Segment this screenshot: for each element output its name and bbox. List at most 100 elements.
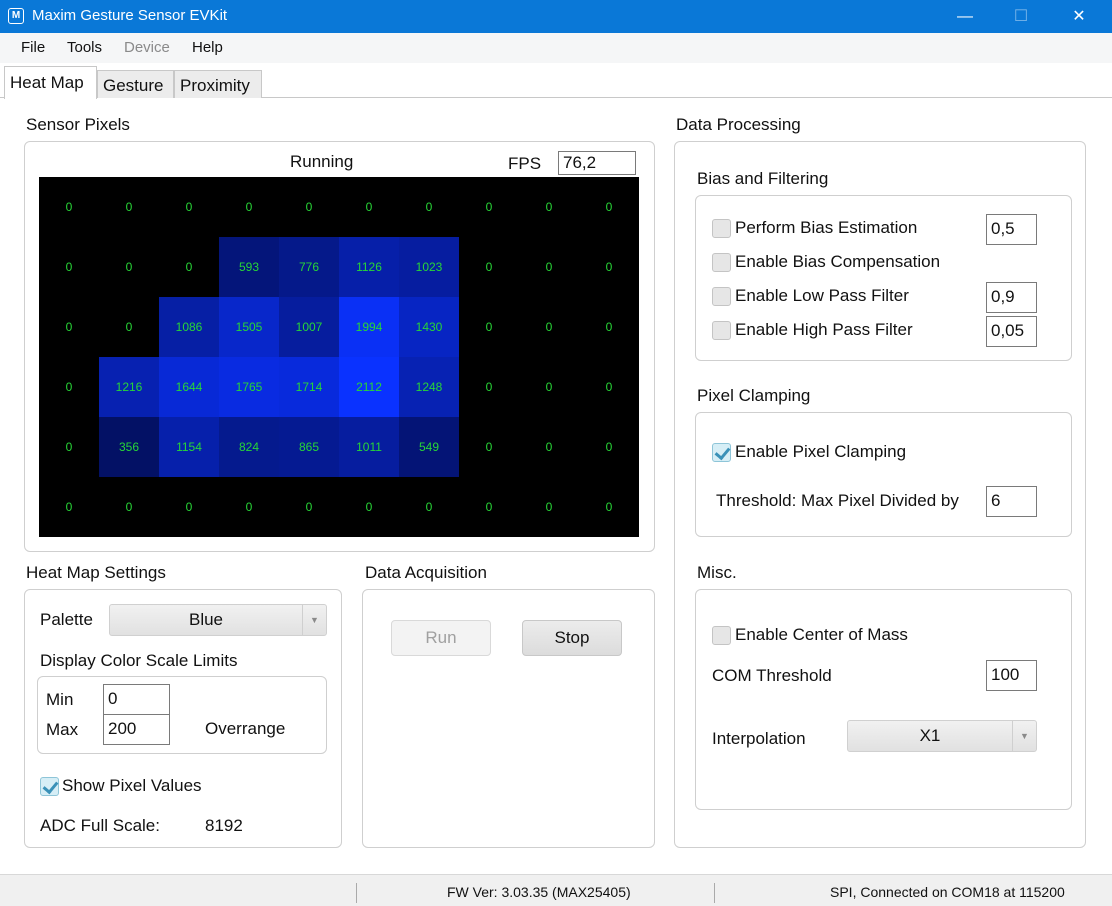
minimize-button[interactable]: — <box>942 0 988 33</box>
heat-map-cell: 1994 <box>339 297 399 357</box>
misc-group <box>695 589 1072 810</box>
data-processing-heading: Data Processing <box>676 115 801 134</box>
bias-filtering-heading: Bias and Filtering <box>697 169 829 188</box>
pixel-clamping-heading: Pixel Clamping <box>697 386 811 405</box>
menu-tools[interactable]: Tools <box>67 39 102 56</box>
palette-label: Palette <box>40 610 93 629</box>
low-pass-filter-label: Enable Low Pass Filter <box>735 286 909 305</box>
heat-map-cell: 0 <box>39 477 99 537</box>
heat-map-cell: 824 <box>219 417 279 477</box>
menu-file[interactable]: File <box>21 39 45 56</box>
app-logo-icon: M <box>8 8 24 24</box>
heat-map-cell: 0 <box>99 237 159 297</box>
high-pass-filter-checkbox[interactable] <box>712 321 731 340</box>
interpolation-dropdown[interactable]: X1 ▼ <box>847 720 1037 752</box>
sensor-pixels-heading: Sensor Pixels <box>26 115 130 134</box>
heat-map-cell: 0 <box>579 477 639 537</box>
com-threshold-field[interactable]: 100 <box>986 660 1037 691</box>
close-button[interactable]: ✕ <box>1056 0 1102 33</box>
heat-map-cell: 0 <box>459 237 519 297</box>
color-scale-group <box>37 676 327 754</box>
fps-value-field[interactable]: 76,2 <box>558 151 636 175</box>
heat-map-cell: 0 <box>99 477 159 537</box>
color-scale-heading: Display Color Scale Limits <box>40 651 238 670</box>
title-bar: M Maxim Gesture Sensor EVKit — ☐ ✕ <box>0 0 1112 33</box>
chevron-down-icon: ▼ <box>302 605 326 635</box>
threshold-field[interactable]: 6 <box>986 486 1037 517</box>
heat-map-cell: 0 <box>519 177 579 237</box>
center-of-mass-checkbox[interactable] <box>712 626 731 645</box>
heat-map-cell: 865 <box>279 417 339 477</box>
connection-status: SPI, Connected on COM18 at 115200 <box>830 884 1065 900</box>
heat-map-cell: 0 <box>459 177 519 237</box>
tab-bar: Heat Map Gesture Proximity <box>0 66 1112 99</box>
heat-map-cell: 0 <box>459 357 519 417</box>
acquisition-status: Running <box>290 152 354 171</box>
heat-map-cell: 1714 <box>279 357 339 417</box>
heat-map-cell: 0 <box>459 417 519 477</box>
heat-map-cell: 1765 <box>219 357 279 417</box>
heat-map-cell: 0 <box>99 177 159 237</box>
low-pass-filter-field[interactable]: 0,9 <box>986 282 1037 313</box>
bias-estimation-checkbox[interactable] <box>712 219 731 238</box>
maximize-button[interactable]: ☐ <box>998 0 1044 33</box>
pixel-clamping-checkbox[interactable] <box>712 443 731 462</box>
heat-map-cell: 549 <box>399 417 459 477</box>
fps-label: FPS <box>508 154 542 173</box>
stop-button[interactable]: Stop <box>522 620 622 656</box>
palette-selected-value: Blue <box>188 610 224 629</box>
min-field[interactable]: 0 <box>103 684 170 715</box>
heat-map-cell: 0 <box>519 297 579 357</box>
heat-map-cell: 0 <box>519 477 579 537</box>
chevron-down-icon: ▼ <box>1012 721 1036 751</box>
pixel-clamping-group <box>695 412 1072 537</box>
heat-map-cell: 1154 <box>159 417 219 477</box>
heat-map-cell: 0 <box>39 297 99 357</box>
tab-proximity[interactable]: Proximity <box>174 70 262 98</box>
heat-map-cell: 0 <box>579 417 639 477</box>
status-bar: FW Ver: 3.03.35 (MAX25405) SPI, Connecte… <box>0 874 1112 906</box>
heat-map-cell: 0 <box>39 357 99 417</box>
heat-map-cell: 0 <box>39 237 99 297</box>
max-label: Max <box>46 720 79 739</box>
run-button[interactable]: Run <box>391 620 491 656</box>
firmware-version: FW Ver: 3.03.35 (MAX25405) <box>447 884 631 900</box>
menu-help[interactable]: Help <box>192 39 223 56</box>
bias-compensation-checkbox[interactable] <box>712 253 731 272</box>
window-title: Maxim Gesture Sensor EVKit <box>32 7 228 24</box>
max-field[interactable]: 200 <box>103 714 170 745</box>
tab-heat-map[interactable]: Heat Map <box>4 66 97 99</box>
heat-map-cell: 1126 <box>339 237 399 297</box>
heat-map-cell: 1086 <box>159 297 219 357</box>
menu-device[interactable]: Device <box>124 39 170 56</box>
heat-map-cell: 0 <box>459 477 519 537</box>
heat-map-cell: 1248 <box>399 357 459 417</box>
heat-map-cell: 1023 <box>399 237 459 297</box>
show-pixel-values-checkbox[interactable] <box>40 777 59 796</box>
heat-map-cell: 0 <box>399 177 459 237</box>
heat-map-cell: 356 <box>99 417 159 477</box>
heat-map-cell: 0 <box>279 477 339 537</box>
heat-map-cell: 0 <box>159 177 219 237</box>
heat-map-cell: 776 <box>279 237 339 297</box>
show-pixel-values-label: Show Pixel Values <box>62 776 202 795</box>
heat-map-cell: 0 <box>339 477 399 537</box>
interpolation-label: Interpolation <box>712 729 806 748</box>
bias-estimation-field[interactable]: 0,5 <box>986 214 1037 245</box>
heat-map-cell: 0 <box>219 177 279 237</box>
heat-map-cell: 2112 <box>339 357 399 417</box>
heat-map-cell: 0 <box>39 177 99 237</box>
tab-gesture[interactable]: Gesture <box>97 70 174 98</box>
heat-map-cell: 1007 <box>279 297 339 357</box>
adc-full-scale-value: 8192 <box>205 816 243 835</box>
heat-map-cell: 0 <box>579 237 639 297</box>
high-pass-filter-field[interactable]: 0,05 <box>986 316 1037 347</box>
low-pass-filter-checkbox[interactable] <box>712 287 731 306</box>
palette-dropdown[interactable]: Blue ▼ <box>109 604 327 636</box>
heat-map-cell: 0 <box>579 177 639 237</box>
adc-full-scale-label: ADC Full Scale: <box>40 816 160 835</box>
interpolation-selected-value: X1 <box>919 726 941 745</box>
overrange-label: Overrange <box>205 719 286 738</box>
heat-map-cell: 0 <box>279 177 339 237</box>
status-divider <box>714 883 715 903</box>
